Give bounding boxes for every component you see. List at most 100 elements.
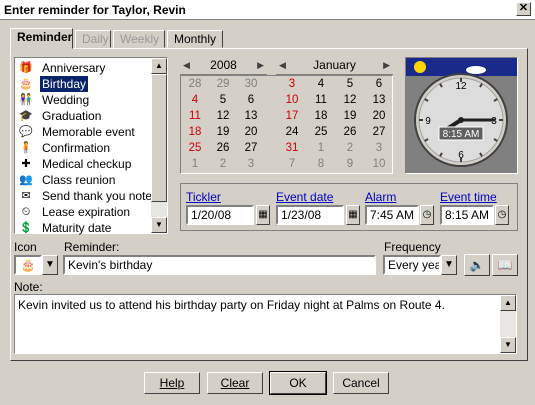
calendar-day[interactable]: 20 [365,108,393,124]
note-scrollbar[interactable]: ▲ ▼ [500,295,516,353]
tab-reminder[interactable]: Reminder [10,28,73,49]
calendar-day[interactable]: 11 [307,92,335,108]
prev-month-arrow-icon[interactable]: ◀ [279,57,286,74]
calendar-day[interactable]: 1 [307,140,335,156]
list-item[interactable]: 🧍 Confirmation [17,140,152,156]
alarm-clock-icon[interactable]: ◷ [420,205,434,225]
alarm-field[interactable]: 7:45 AM [365,205,419,225]
calendar-day[interactable]: 18 [307,108,335,124]
calendar-day[interactable]: 5 [209,92,237,108]
frequency-select[interactable]: Every year [383,255,441,275]
note-scroll-down-button[interactable]: ▼ [500,337,516,353]
icon-picker[interactable]: 🎂 [14,255,42,275]
calendar-day[interactable]: 10 [365,156,393,172]
ok-button[interactable]: OK [269,371,327,395]
scroll-up-button[interactable]: ▲ [151,58,167,74]
year-label: 2008 [210,58,237,72]
clock-digital-time: 8:15 AM [443,129,480,140]
calendar-day[interactable]: 30 [237,76,265,92]
list-item[interactable]: 💲 Maturity date [17,220,152,236]
calendar-day[interactable]: 10 [278,92,306,108]
help-button[interactable]: Help [144,372,200,394]
calendar-day[interactable]: 17 [278,108,306,124]
book-icon: 📖 [497,258,513,272]
calendar-day[interactable]: 8 [307,156,335,172]
list-item-label: Graduation [42,109,102,123]
calendar-day[interactable]: 26 [209,140,237,156]
tab-weekly[interactable]: Weekly [113,30,165,48]
calendar-day[interactable]: 12 [336,92,364,108]
list-item[interactable]: ✉ Send thank you note [17,188,152,204]
list-item[interactable]: ⏲ Lease expiration [17,204,152,220]
calendar-day[interactable]: 12 [209,108,237,124]
close-button[interactable]: ✕ [516,2,531,16]
calendar-day[interactable]: 29 [209,76,237,92]
scroll-thumb[interactable] [151,74,167,202]
calendar-day[interactable]: 2 [209,156,237,172]
next-year-arrow-icon[interactable]: ▶ [257,57,264,74]
calendar-day[interactable]: 11 [181,108,209,124]
calendar-day[interactable]: 25 [181,140,209,156]
reminder-type-list[interactable]: 🎁 Anniversary 🎂 Birthday 👫 Wedding 🎓 Graduation… [14,57,168,236]
list-item[interactable]: 🎂 Birthday [17,76,152,92]
calendar-day[interactable]: 28 [181,76,209,92]
event-time-field[interactable]: 8:15 AM [440,205,494,225]
tab-daily[interactable]: Daily [75,30,111,48]
clock-face-icon: 12 3 6 9 8:15 AM [406,58,517,173]
next-month-arrow-icon[interactable]: ▶ [383,57,390,74]
note-textarea[interactable]: Kevin invited us to attend his birthday … [14,294,517,354]
calendar-day[interactable]: 25 [307,124,335,140]
sound-button[interactable]: 🔈 [464,254,490,276]
calendar-day[interactable]: 2 [336,140,364,156]
calendar-day[interactable]: 1 [181,156,209,172]
event-date-field[interactable]: 1/23/08 [276,205,344,225]
calendar-day[interactable]: 31 [278,140,306,156]
calendar-day[interactable]: 5 [336,76,364,92]
note-scroll-up-button[interactable]: ▲ [500,295,516,311]
calendar-day[interactable]: 13 [237,108,265,124]
event-time-clock-icon[interactable]: ◷ [495,205,509,225]
list-item[interactable]: 🎓 Graduation [17,108,152,124]
list-item[interactable]: 👫 Wedding [17,92,152,108]
calendar-day[interactable]: 19 [336,108,364,124]
calendar-day[interactable]: 3 [365,140,393,156]
calendar-day[interactable]: 26 [336,124,364,140]
money-icon: 💲 [19,222,33,234]
list-item[interactable]: 💬 Memorable event [17,124,152,140]
icon-dropdown-button[interactable]: ▼ [42,255,58,275]
calendar-day[interactable]: 6 [237,92,265,108]
cancel-button[interactable]: Cancel [333,372,389,394]
calendar-day[interactable]: 24 [278,124,306,140]
calendar-day[interactable]: 9 [336,156,364,172]
calendar-grid[interactable]: 28 29 30 3 4 5 6 4 5 6 10 11 12 13 11 12 13 17 18 19 20 18 19 2… [180,75,393,174]
list-scrollbar[interactable]: ▲ ▼ [151,58,167,233]
calendar-day[interactable]: 27 [365,124,393,140]
calendar-day[interactable]: 3 [237,156,265,172]
prev-year-arrow-icon[interactable]: ◀ [183,57,190,74]
calendar-day[interactable]: 7 [278,156,306,172]
envelope-icon: ✉ [21,190,31,202]
cake-icon: 🎂 [20,258,36,272]
calendar-day[interactable]: 4 [181,92,209,108]
list-item[interactable]: 👥 Class reunion [17,172,152,188]
reminder-input[interactable]: Kevin's birthday [63,255,376,275]
notes-book-button[interactable]: 📖 [492,254,518,276]
calendar-day[interactable]: 27 [237,140,265,156]
scroll-down-button[interactable]: ▼ [151,217,167,233]
list-item[interactable]: ✚ Medical checkup [17,156,152,172]
frequency-dropdown-button[interactable]: ▼ [441,255,457,275]
calendar-day[interactable]: 4 [307,76,335,92]
event-date-calendar-icon[interactable]: ▦ [346,205,360,225]
calendar-day[interactable]: 13 [365,92,393,108]
calendar-day[interactable]: 3 [278,76,306,92]
tab-monthly[interactable]: Monthly [167,30,223,48]
tickler-field[interactable]: 1/20/08 [186,205,254,225]
calendar-day[interactable]: 6 [365,76,393,92]
tickler-calendar-icon[interactable]: ▦ [256,205,270,225]
clear-button[interactable]: Clear [207,372,263,394]
gift-icon: 🎁 [19,62,33,74]
calendar-day[interactable]: 20 [237,124,265,140]
calendar-day[interactable]: 18 [181,124,209,140]
list-item[interactable]: 🎁 Anniversary [17,60,152,76]
calendar-day[interactable]: 19 [209,124,237,140]
